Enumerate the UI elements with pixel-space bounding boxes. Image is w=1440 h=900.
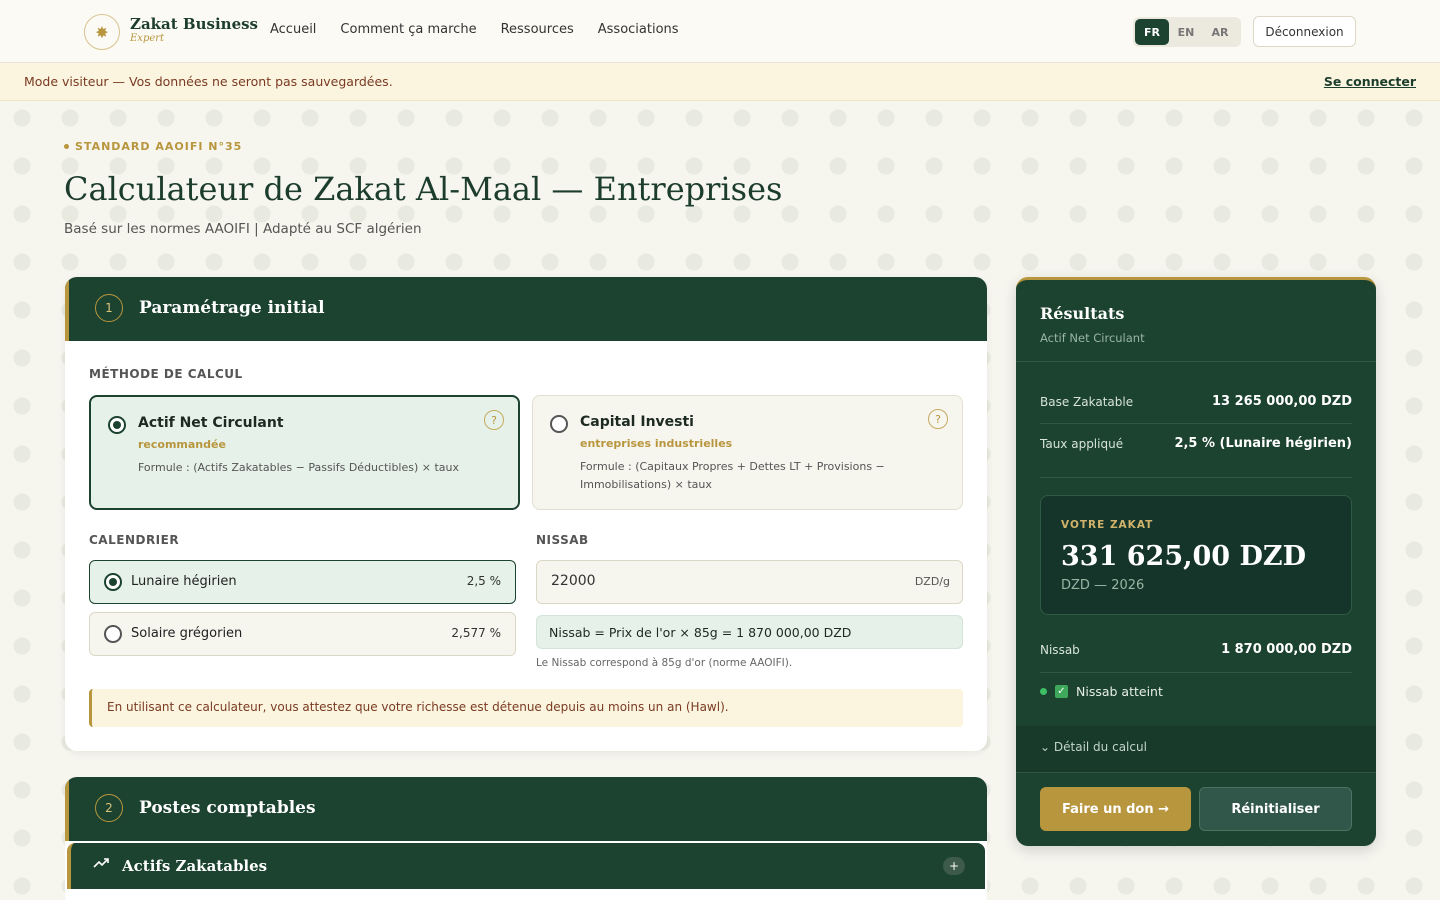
base-value: 13 265 000,00 DZD [1212,394,1352,409]
nav-accueil[interactable]: Accueil [270,22,316,37]
nissab-label: Nissab [1040,643,1080,657]
results-panel: Résultats Actif Net Circulant Base Zakat… [1016,277,1376,846]
results-subtitle: Actif Net Circulant [1040,331,1145,345]
eyebrow-dot [64,144,69,149]
section-title: Paramétrage initial [139,298,325,318]
check-icon: ✓ [1055,685,1068,698]
actifs-zakatables-header[interactable]: Actifs Zakatables + [67,843,985,889]
star-icon[interactable]: ✸ [84,14,120,50]
calendar-option-rate: 2,5 % [466,574,501,588]
zakat-label: VOTRE ZAKAT [1061,519,1154,531]
language-switcher: FR EN AR [1133,17,1241,47]
top-header: ✸ Zakat Business Expert Accueil Comment … [0,0,1440,63]
nav-comment-ca-marche[interactable]: Comment ça marche [340,22,476,37]
calendar-option-label: Solaire grégorien [131,626,243,641]
visitor-banner-text: Mode visiteur — Vos données ne seront pa… [24,74,393,89]
divider [1016,361,1376,362]
gold-price-input[interactable]: 22000 DZD/g [536,560,963,604]
section-number: 2 [95,794,123,822]
gold-price-unit: DZD/g [914,575,950,588]
lang-en[interactable]: EN [1169,19,1203,45]
page-title: Calculateur de Zakat Al-Maal — Entrepris… [64,170,783,208]
divider [1016,772,1376,773]
radio-unselected[interactable] [104,625,122,643]
zakat-currency-year: DZD — 2026 [1061,578,1145,593]
nissab-status-text: Nissab atteint [1076,684,1163,699]
radio-unselected[interactable] [550,415,568,433]
radio-selected[interactable] [104,573,122,591]
method-formula: Formule : (Capitaux Propres + Dettes LT … [580,460,885,491]
radio-selected[interactable] [108,416,126,434]
nissab-calculation: Nissab = Prix de l'or × 85g = 1 870 000,… [536,615,963,649]
nissab-status: ✓ Nissab atteint [1040,684,1163,699]
section-header: 1 Paramétrage initial [65,277,987,341]
method-tag: entreprises industrielles [580,437,733,450]
method-title: Capital Investi [580,414,694,430]
method-label: MÉTHODE DE CALCUL [89,367,243,381]
main-nav: Accueil Comment ça marche Ressources Ass… [270,22,679,37]
chevron-down-icon: ⌄ [1040,740,1051,754]
nissab-note: Le Nissab correspond à 85g d'or (norme A… [536,657,793,669]
nav-ressources[interactable]: Ressources [501,22,574,37]
gold-price-value[interactable]: 22000 [551,573,596,589]
zakat-amount-box: VOTRE ZAKAT 331 625,00 DZD DZD — 2026 [1040,495,1352,615]
logo-subtitle: Expert [130,33,165,44]
section-header: 2 Postes comptables [65,777,987,841]
rate-label: Taux appliqué [1040,437,1124,451]
results-title: Résultats [1040,304,1125,323]
calendar-label: CALENDRIER [89,533,180,547]
reset-button[interactable]: Réinitialiser [1199,787,1352,831]
method-actif-net-circulant[interactable]: Actif Net Circulant recommandée Formule … [89,395,520,510]
divider [1040,477,1352,478]
base-label: Base Zakatable [1040,395,1134,409]
expand-button[interactable]: + [943,857,965,875]
calendar-lunaire[interactable]: Lunaire hégirien 2,5 % [89,560,516,604]
help-icon[interactable]: ? [928,409,948,429]
zakat-amount: 331 625,00 DZD [1061,541,1307,572]
calendar-option-rate: 2,577 % [451,626,501,640]
help-icon[interactable]: ? [484,410,504,430]
subsection-title: Actifs Zakatables [122,857,268,875]
detail-label: Détail du calcul [1053,740,1147,754]
standard-eyebrow: STANDARD AAOIFI N°35 [64,140,242,153]
calculation-detail-toggle[interactable]: ⌄ Détail du calcul [1016,726,1376,772]
lang-fr[interactable]: FR [1135,19,1169,45]
nav-associations[interactable]: Associations [598,22,679,37]
nissab-label: NISSAB [536,533,589,547]
section-title: Postes comptables [139,798,316,818]
nissab-value: 1 870 000,00 DZD [1221,642,1352,657]
divider [1040,423,1352,424]
rate-value: 2,5 % (Lunaire hégirien) [1174,436,1352,451]
calendar-solaire[interactable]: Solaire grégorien 2,577 % [89,612,516,656]
section-parametrage: 1 Paramétrage initial MÉTHODE DE CALCUL … [65,277,987,751]
eyebrow-text: STANDARD AAOIFI N°35 [75,140,243,153]
login-link[interactable]: Se connecter [1324,74,1416,89]
donate-button[interactable]: Faire un don → [1040,787,1191,831]
section-postes-comptables: 2 Postes comptables Actifs Zakatables + [65,777,987,900]
hawl-attestation: En utilisant ce calculateur, vous attest… [89,689,963,727]
logo-title[interactable]: Zakat Business [130,15,258,33]
page-subtitle: Basé sur les normes AAOIFI | Adapté au S… [64,221,422,237]
calendar-option-label: Lunaire hégirien [131,574,237,589]
method-capital-investi[interactable]: Capital Investi entreprises industrielle… [532,395,963,510]
method-title: Actif Net Circulant [138,415,284,431]
status-dot [1040,688,1047,695]
trending-up-icon [93,857,109,873]
visitor-banner: Mode visiteur — Vos données ne seront pa… [0,63,1440,101]
method-formula: Formule : (Actifs Zakatables − Passifs D… [138,461,460,474]
logout-button[interactable]: Déconnexion [1253,16,1356,47]
lang-ar[interactable]: AR [1203,19,1237,45]
section-number: 1 [95,294,123,322]
divider [1040,672,1352,673]
method-tag: recommandée [138,438,226,451]
